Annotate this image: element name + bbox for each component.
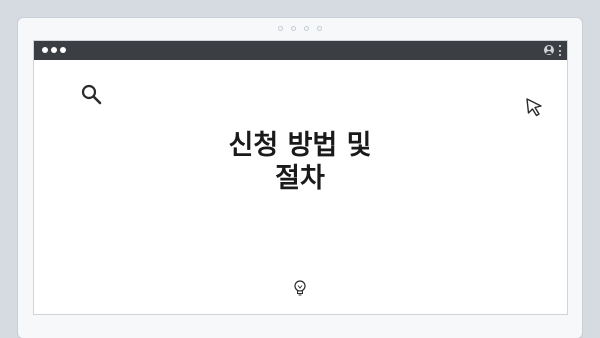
window-dot-close[interactable] xyxy=(42,47,48,53)
carousel-dots xyxy=(18,26,582,31)
title-line-1: 신청 방법 및 xyxy=(228,130,372,161)
dot-indicator xyxy=(304,26,309,31)
dot-indicator xyxy=(317,26,322,31)
kebab-menu-icon[interactable] xyxy=(559,45,562,56)
title-line-2: 절차 xyxy=(275,163,325,194)
window-titlebar xyxy=(34,41,567,60)
page-title: 신청 방법 및 절차 xyxy=(150,129,450,195)
profile-icon[interactable] xyxy=(544,45,554,55)
lightbulb-icon xyxy=(294,280,306,296)
window-dot-maximize[interactable] xyxy=(60,47,66,53)
cursor-arrow-icon xyxy=(526,98,542,117)
window-dot-minimize[interactable] xyxy=(51,47,57,53)
dot-indicator xyxy=(291,26,296,31)
window-controls[interactable] xyxy=(42,47,66,53)
illustration-stage: 신청 방법 및 절차 xyxy=(0,0,600,338)
search-icon xyxy=(81,84,102,105)
dot-indicator xyxy=(278,26,283,31)
